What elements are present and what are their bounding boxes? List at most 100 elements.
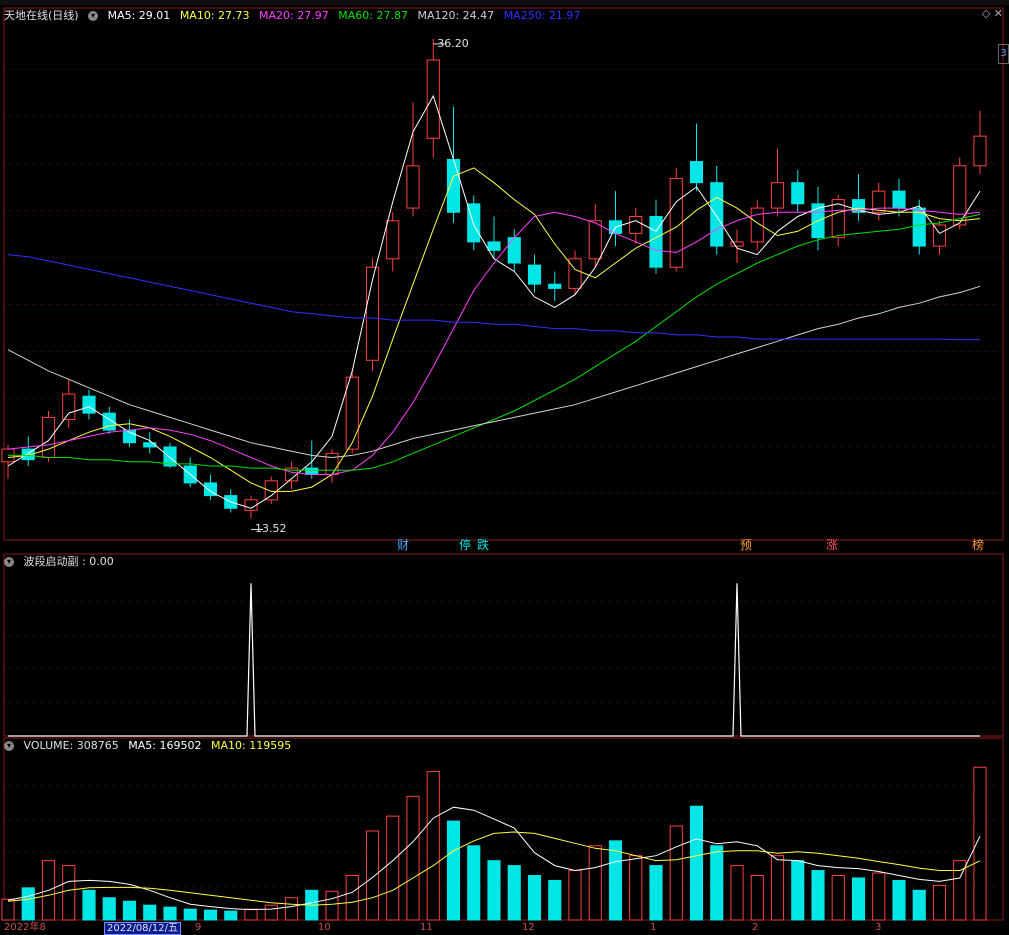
candle-body (770, 182, 785, 209)
pane-frame (3, 553, 1004, 737)
volume-bar (386, 815, 400, 921)
indicator-header: ▾ 波段启动副 : 0.00 (4, 555, 120, 569)
candle-body (791, 182, 805, 205)
ma60-readout: MA60: 27.87 (338, 9, 408, 22)
volume-bar (892, 879, 906, 921)
volume-bar (750, 874, 764, 921)
event-marker-list[interactable]: 榜 (972, 538, 984, 552)
volume-bar (122, 900, 137, 921)
axis-month-label: 10 (318, 922, 331, 933)
volume-bar (912, 889, 926, 921)
volume-bar (183, 908, 197, 921)
axis-month-label: 1 (650, 922, 657, 933)
candle-body (345, 376, 359, 450)
volume-header: ▾ VOLUME: 308765 MA5: 169502 MA10: 11959… (4, 739, 297, 753)
volume-bar (284, 897, 299, 921)
volume-bar (325, 890, 339, 921)
volume-bar (730, 865, 744, 921)
collapse-icon[interactable]: ▾ (4, 741, 14, 751)
volume-bar (102, 897, 116, 921)
candle-body (710, 182, 724, 247)
ma5-readout: MA5: 29.01 (107, 9, 171, 22)
axis-month-label: 12 (522, 922, 535, 933)
scale-button[interactable]: 3 (998, 44, 1009, 64)
volume-bar (548, 879, 562, 921)
axis-month-label: 2 (752, 922, 759, 933)
volume-ma5-readout: MA5: 169502 (128, 739, 202, 752)
volume-bar (527, 874, 542, 921)
candle-body (629, 216, 643, 234)
volume-bar (365, 830, 380, 921)
volume-bar (406, 795, 420, 921)
volume-bar (770, 855, 785, 921)
axis-month-label: 9 (195, 922, 202, 933)
volume-bar (831, 874, 845, 921)
diamond-icon[interactable]: ◇ (982, 7, 990, 20)
volume-bar (82, 889, 96, 921)
candle-body (446, 158, 461, 213)
event-marker-finance[interactable]: 财 (397, 538, 409, 552)
high-price-annotation: 36.20 (437, 37, 469, 51)
candle-body (588, 220, 602, 260)
main-title[interactable]: 天地在线(日线) (4, 9, 79, 22)
ma20-readout: MA20: 27.97 (259, 9, 329, 22)
candle-body (649, 216, 663, 268)
volume-bar (345, 874, 359, 921)
candle-body (892, 190, 906, 209)
volume-bar (851, 877, 866, 921)
volume-bar (629, 855, 643, 921)
axis-month-label: 3 (875, 922, 882, 933)
selected-date-box[interactable]: 2022/08/12/五 (104, 922, 182, 935)
candle-body (730, 241, 744, 247)
chart-tools: ◇ ✕ (982, 7, 1003, 20)
collapse-icon[interactable]: ▾ (4, 557, 14, 567)
volume-bar (689, 805, 704, 921)
volume-bar (669, 825, 683, 921)
volume-bar (143, 904, 157, 921)
low-price-annotation: 13.52 (255, 522, 287, 536)
volume-bar (710, 845, 724, 921)
volume-bar (973, 766, 987, 921)
event-marker-rise[interactable]: 涨 (826, 538, 838, 552)
kline-svg[interactable] (0, 0, 1009, 933)
volume-bar (932, 884, 947, 921)
event-marker-fall[interactable]: 跌 (477, 538, 489, 552)
low-price-value: 13.52 (255, 522, 287, 536)
candle-body (507, 237, 521, 264)
candle-body (973, 135, 987, 167)
candle-body (568, 258, 582, 289)
candle-body (872, 190, 886, 213)
ma10-readout: MA10: 27.73 (179, 9, 250, 22)
candle-body (689, 161, 704, 184)
volume-readout: VOLUME: 308765 (23, 739, 119, 752)
volume-bar (203, 909, 218, 921)
volume-bar (568, 870, 582, 921)
event-marker-halt[interactable]: 停 (459, 538, 471, 552)
high-price-value: 36.20 (437, 36, 469, 50)
candle-body (143, 442, 157, 448)
candle-body (406, 165, 420, 209)
volume-bar (588, 845, 602, 921)
candle-body (426, 59, 440, 139)
volume-bar (163, 906, 177, 921)
close-icon[interactable]: ✕ (994, 7, 1003, 20)
axis-month-label: 11 (420, 922, 433, 933)
volume-bar (507, 865, 521, 921)
volume-bar (1, 898, 15, 921)
candle-body (62, 393, 76, 420)
event-marker-forecast[interactable]: 预 (740, 538, 752, 552)
candle-body (305, 467, 319, 475)
candle-body (527, 264, 542, 285)
collapse-icon[interactable]: ▾ (88, 11, 99, 21)
indicator-line (8, 583, 980, 737)
ma120-readout: MA120: 24.47 (417, 9, 495, 22)
volume-bar (224, 910, 238, 921)
volume-bar (244, 908, 258, 921)
candle-body (41, 416, 56, 459)
candle-body (487, 241, 501, 251)
volume-bar (791, 860, 805, 921)
ma-line-ma120 (7, 285, 981, 459)
volume-bar (649, 865, 663, 921)
volume-bar (487, 860, 501, 921)
main-chart-header: 天地在线(日线) ▾ MA5: 29.01 MA10: 27.73 MA20: … (4, 9, 586, 23)
